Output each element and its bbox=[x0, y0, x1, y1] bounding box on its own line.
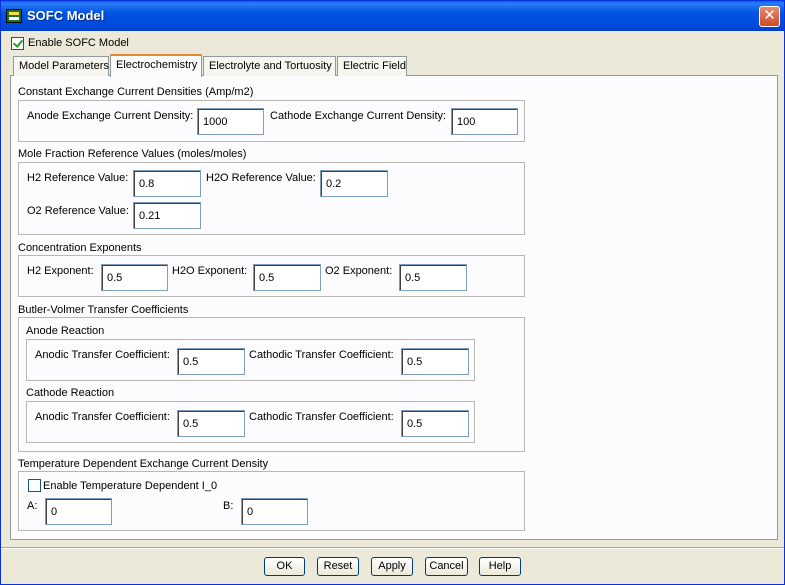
cathode-exchange-input[interactable]: 100 bbox=[451, 108, 518, 135]
h2o-exponent-input[interactable]: 0.5 bbox=[253, 264, 321, 291]
mole-fraction-title: Mole Fraction Reference Values (moles/mo… bbox=[18, 148, 247, 160]
anode-anodic-label: Anodic Transfer Coefficient: bbox=[35, 349, 170, 361]
a-input[interactable]: 0 bbox=[45, 498, 112, 525]
h2-reference-label: H2 Reference Value: bbox=[27, 172, 129, 184]
cathode-reaction-title: Cathode Reaction bbox=[26, 387, 115, 399]
anode-cathodic-input[interactable]: 0.5 bbox=[401, 348, 469, 375]
help-button[interactable]: Help bbox=[479, 557, 521, 576]
anode-anodic-input[interactable]: 0.5 bbox=[177, 348, 245, 375]
close-button[interactable]: ✕ bbox=[759, 6, 780, 27]
tab-electric-field[interactable]: Electric Field bbox=[337, 56, 407, 76]
anode-reaction-group: Anodic Transfer Coefficient: 0.5 Cathodi… bbox=[26, 339, 475, 381]
ok-button[interactable]: OK bbox=[264, 557, 305, 576]
enable-temperature-checkbox[interactable] bbox=[28, 479, 41, 492]
h2o-exponent-label: H2O Exponent: bbox=[172, 265, 248, 277]
anode-exchange-label: Anode Exchange Current Density: bbox=[27, 110, 194, 122]
cathode-anodic-input[interactable]: 0.5 bbox=[177, 410, 245, 437]
anode-exchange-input[interactable]: 1000 bbox=[197, 108, 264, 135]
tab-electrochemistry[interactable]: Electrochemistry bbox=[110, 54, 202, 77]
o2-reference-input[interactable]: 0.21 bbox=[133, 202, 201, 229]
a-label: A: bbox=[27, 500, 38, 512]
cathode-anodic-label: Anodic Transfer Coefficient: bbox=[35, 411, 170, 423]
b-label: B: bbox=[223, 500, 234, 512]
cathode-cathodic-label: Cathodic Transfer Coefficient: bbox=[249, 411, 394, 423]
cathode-exchange-label: Cathode Exchange Current Density: bbox=[270, 110, 447, 122]
exchange-current-title: Constant Exchange Current Densities (Amp… bbox=[18, 86, 254, 98]
cathode-cathodic-input[interactable]: 0.5 bbox=[401, 410, 469, 437]
concentration-group: H2 Exponent: 0.5 H2O Exponent: 0.5 O2 Ex… bbox=[18, 255, 525, 297]
o2-reference-label: O2 Reference Value: bbox=[27, 205, 129, 217]
window-title: SOFC Model bbox=[27, 8, 105, 23]
b-input[interactable]: 0 bbox=[241, 498, 308, 525]
butler-volmer-group: Anode Reaction Anodic Transfer Coefficie… bbox=[18, 317, 525, 452]
h2o-reference-input[interactable]: 0.2 bbox=[320, 170, 388, 197]
tab-panel-electrochemistry: Constant Exchange Current Densities (Amp… bbox=[10, 75, 778, 540]
butler-volmer-title: Butler-Volmer Transfer Coefficients bbox=[18, 304, 189, 316]
o2-exponent-input[interactable]: 0.5 bbox=[399, 264, 467, 291]
h2-reference-input[interactable]: 0.8 bbox=[133, 170, 201, 197]
reset-button[interactable]: Reset bbox=[317, 557, 359, 576]
exchange-current-group: Anode Exchange Current Density: 1000 Cat… bbox=[18, 100, 525, 142]
sofc-model-dialog: SOFC Model ✕ Enable SOFC Model Constant … bbox=[0, 0, 785, 585]
divider bbox=[1, 547, 784, 549]
o2-exponent-label: O2 Exponent: bbox=[325, 265, 393, 277]
anode-cathodic-label: Cathodic Transfer Coefficient: bbox=[249, 349, 394, 361]
temperature-title: Temperature Dependent Exchange Current D… bbox=[18, 458, 269, 470]
app-icon bbox=[6, 9, 22, 23]
enable-sofc-checkbox[interactable] bbox=[11, 37, 24, 50]
enable-temperature-label: Enable Temperature Dependent I_0 bbox=[43, 480, 218, 492]
tab-electrolyte-tortuosity[interactable]: Electrolyte and Tortuosity bbox=[203, 56, 336, 76]
mole-fraction-group: H2 Reference Value: 0.8 H2O Reference Va… bbox=[18, 162, 525, 235]
temperature-group: Enable Temperature Dependent I_0 A: 0 B:… bbox=[18, 471, 525, 531]
close-icon: ✕ bbox=[763, 7, 776, 24]
concentration-title: Concentration Exponents bbox=[18, 242, 142, 254]
apply-button[interactable]: Apply bbox=[371, 557, 413, 576]
cathode-reaction-group: Anodic Transfer Coefficient: 0.5 Cathodi… bbox=[26, 401, 475, 443]
tab-model-parameters[interactable]: Model Parameters bbox=[13, 56, 109, 76]
h2-exponent-input[interactable]: 0.5 bbox=[101, 264, 168, 291]
anode-reaction-title: Anode Reaction bbox=[26, 325, 105, 337]
title-bar[interactable]: SOFC Model ✕ bbox=[1, 1, 784, 31]
enable-sofc-label: Enable SOFC Model bbox=[28, 37, 129, 49]
h2-exponent-label: H2 Exponent: bbox=[27, 265, 94, 277]
h2o-reference-label: H2O Reference Value: bbox=[206, 172, 316, 184]
cancel-button[interactable]: Cancel bbox=[425, 557, 468, 576]
